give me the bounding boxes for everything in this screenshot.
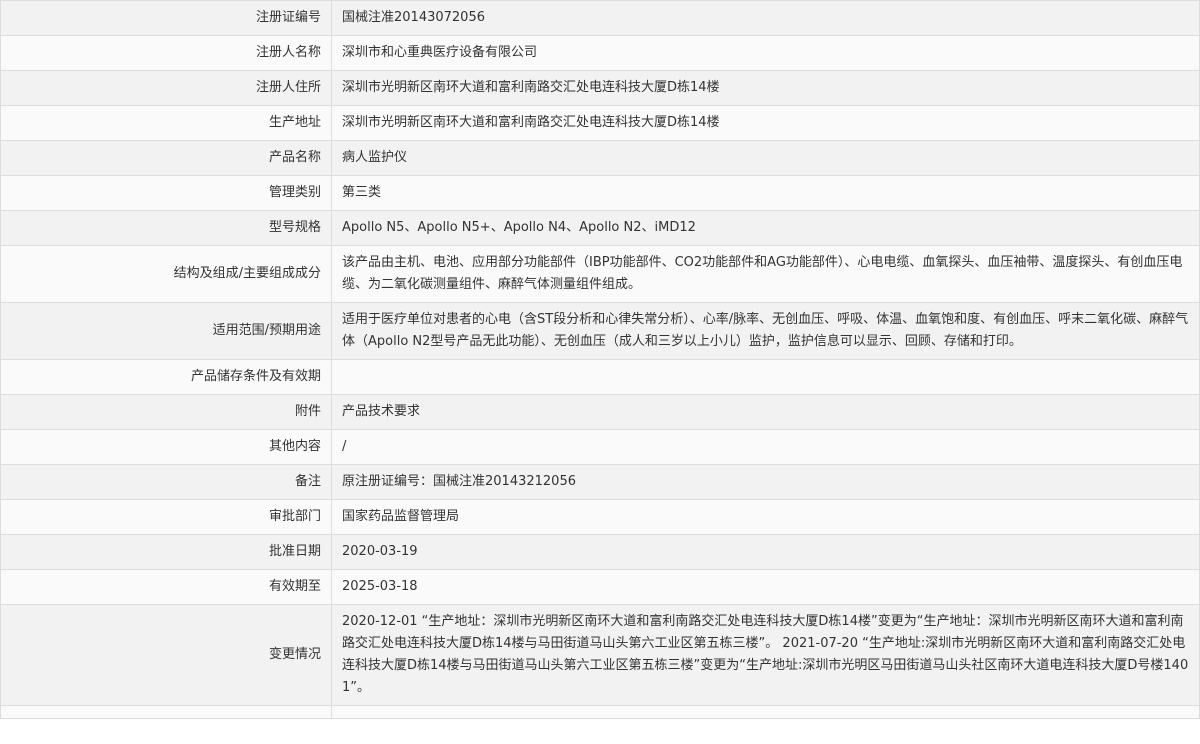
row-value-remarks: 原注册证编号：国械注准20143212056	[331, 464, 1200, 500]
row-value-approval-department: 国家药品监督管理局	[331, 499, 1200, 535]
row-value-registration-number: 国械注准20143072056	[331, 0, 1200, 36]
table-row: 批准日期 2020-03-19	[0, 534, 1200, 570]
row-label-product-name: 产品名称	[0, 140, 332, 176]
table-row: 注册人住所 深圳市光明新区南环大道和富利南路交汇处电连科技大厦D栋14楼	[0, 70, 1200, 106]
table-row: 注册证编号 国械注准20143072056	[0, 0, 1200, 36]
row-value-attachment: 产品技术要求	[331, 394, 1200, 430]
row-label-remarks: 备注	[0, 464, 332, 500]
row-label-model-spec: 型号规格	[0, 210, 332, 246]
row-label-structure-composition: 结构及组成/主要组成成分	[0, 245, 332, 303]
row-value-management-category: 第三类	[331, 175, 1200, 211]
table-row: 产品名称 病人监护仪	[0, 140, 1200, 176]
row-value-empty	[331, 705, 1200, 719]
row-value-structure-composition: 该产品由主机、电池、应用部分功能部件（IBP功能部件、CO2功能部件和AG功能部…	[331, 245, 1200, 303]
row-value-registrant-name: 深圳市和心重典医疗设备有限公司	[331, 35, 1200, 71]
table-row	[0, 705, 1200, 719]
row-value-approval-date: 2020-03-19	[331, 534, 1200, 570]
row-label-attachment: 附件	[0, 394, 332, 430]
table-row: 其他内容 /	[0, 429, 1200, 465]
table-row: 审批部门 国家药品监督管理局	[0, 499, 1200, 535]
row-label-valid-until: 有效期至	[0, 569, 332, 605]
row-label-other-content: 其他内容	[0, 429, 332, 465]
row-label-change-history: 变更情况	[0, 604, 332, 706]
table-row: 结构及组成/主要组成成分 该产品由主机、电池、应用部分功能部件（IBP功能部件、…	[0, 245, 1200, 303]
table-row: 备注 原注册证编号：国械注准20143212056	[0, 464, 1200, 500]
row-value-valid-until: 2025-03-18	[331, 569, 1200, 605]
row-label-production-address: 生产地址	[0, 105, 332, 141]
row-label-intended-use: 适用范围/预期用途	[0, 302, 332, 360]
row-value-storage-validity	[331, 359, 1200, 395]
row-label-empty	[0, 705, 332, 719]
table-row: 管理类别 第三类	[0, 175, 1200, 211]
table-row: 适用范围/预期用途 适用于医疗单位对患者的心电（含ST段分析和心律失常分析）、心…	[0, 302, 1200, 360]
row-label-registration-number: 注册证编号	[0, 0, 332, 36]
row-label-registrant-address: 注册人住所	[0, 70, 332, 106]
table-row: 产品储存条件及有效期	[0, 359, 1200, 395]
row-label-registrant-name: 注册人名称	[0, 35, 332, 71]
row-value-change-history: 2020-12-01 “生产地址：深圳市光明新区南环大道和富利南路交汇处电连科技…	[331, 604, 1200, 706]
row-value-production-address: 深圳市光明新区南环大道和富利南路交汇处电连科技大厦D栋14楼	[331, 105, 1200, 141]
row-label-approval-date: 批准日期	[0, 534, 332, 570]
registration-info-table: 注册证编号 国械注准20143072056 注册人名称 深圳市和心重典医疗设备有…	[0, 0, 1200, 719]
row-value-other-content: /	[331, 429, 1200, 465]
row-value-model-spec: Apollo N5、Apollo N5+、Apollo N4、Apollo N2…	[331, 210, 1200, 246]
table-row: 附件 产品技术要求	[0, 394, 1200, 430]
row-label-storage-validity: 产品储存条件及有效期	[0, 359, 332, 395]
row-value-registrant-address: 深圳市光明新区南环大道和富利南路交汇处电连科技大厦D栋14楼	[331, 70, 1200, 106]
table-row: 变更情况 2020-12-01 “生产地址：深圳市光明新区南环大道和富利南路交汇…	[0, 604, 1200, 706]
row-label-approval-department: 审批部门	[0, 499, 332, 535]
table-row: 注册人名称 深圳市和心重典医疗设备有限公司	[0, 35, 1200, 71]
table-row: 有效期至 2025-03-18	[0, 569, 1200, 605]
table-row: 型号规格 Apollo N5、Apollo N5+、Apollo N4、Apol…	[0, 210, 1200, 246]
row-value-intended-use: 适用于医疗单位对患者的心电（含ST段分析和心律失常分析）、心率/脉率、无创血压、…	[331, 302, 1200, 360]
table-row: 生产地址 深圳市光明新区南环大道和富利南路交汇处电连科技大厦D栋14楼	[0, 105, 1200, 141]
row-value-product-name: 病人监护仪	[331, 140, 1200, 176]
row-label-management-category: 管理类别	[0, 175, 332, 211]
